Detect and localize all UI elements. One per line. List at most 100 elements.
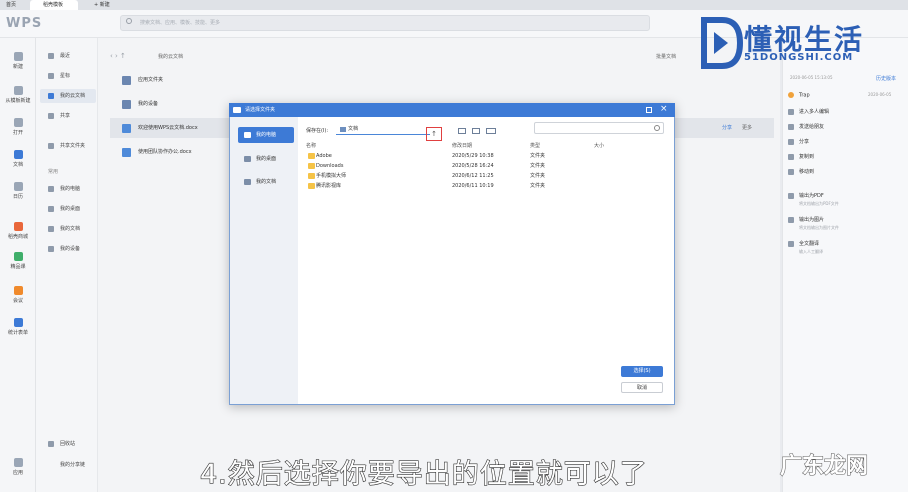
new-tab-label: 新建 (99, 2, 110, 8)
share-folder-icon (48, 143, 54, 149)
sidebar-item-shared-folder[interactable]: 共享文件夹 (40, 139, 96, 153)
search-icon (126, 18, 132, 24)
sidebar-item-my-documents[interactable]: 我的文档 (40, 222, 96, 236)
nav-calendar[interactable]: 日历 (0, 182, 36, 200)
desktop-icon (48, 206, 54, 212)
new-folder-icon[interactable] (458, 128, 466, 134)
nav-label: 应用 (12, 470, 23, 476)
view-menu-icon[interactable] (486, 128, 496, 134)
share-icon (788, 138, 794, 145)
nav-course[interactable]: 精品课 (0, 252, 36, 270)
history-link[interactable]: 历史版本 (876, 75, 896, 82)
action-label: 进入多人编辑 (799, 109, 830, 115)
folder-icon (122, 100, 131, 109)
clock-icon (48, 53, 54, 59)
translate-desc: 输入人工翻译 (799, 249, 823, 254)
file-row[interactable]: 手机模拟大师 2020/6/12 11:25 文件夹 (306, 171, 666, 181)
dialog-search-input[interactable] (534, 122, 664, 134)
row-name: 我的设备 (138, 101, 159, 107)
tab-home[interactable]: 首页 (2, 0, 20, 10)
sidebar-item-my-computer[interactable]: 我的电脑 (40, 182, 96, 196)
arrow-left-icon (48, 462, 54, 468)
nav-label: 文档 (12, 162, 23, 168)
action-send-friend[interactable]: 发送给朋友 (788, 123, 824, 130)
nav-from-template[interactable]: 从模板新建 (0, 86, 36, 104)
sidebar-item-shared[interactable]: 共享 (40, 109, 96, 123)
tab-template[interactable]: 稻壳模板 (30, 0, 78, 10)
meeting-icon (13, 286, 23, 295)
nav-documents[interactable]: 文档 (0, 150, 36, 168)
maximize-icon[interactable] (646, 107, 652, 113)
action-label: 分享 (799, 139, 810, 145)
sidebar-label: 共享 (60, 113, 71, 119)
sidebar-item-starred[interactable]: 星标 (40, 69, 96, 83)
file-row[interactable]: 腾讯影视库 2020/6/11 10:19 文件夹 (306, 181, 666, 191)
dialog-nav-my-documents[interactable]: 我的文档 (238, 174, 294, 190)
nav-arrows-icon[interactable]: ‹ › ↑ (110, 52, 126, 60)
action-label: 输出为图片 (799, 217, 825, 223)
nav-form[interactable]: 统计表单 (0, 318, 36, 336)
action-label: 发送给朋友 (799, 124, 825, 130)
dialog-nav-my-computer[interactable]: 我的电脑 (238, 127, 294, 143)
shop-icon (13, 222, 23, 231)
computer-icon (48, 186, 54, 192)
nav-label: 从模板新建 (5, 98, 31, 104)
column-type[interactable]: 类型 (530, 142, 540, 149)
column-size[interactable]: 大小 (594, 142, 604, 149)
nav-meeting[interactable]: 会议 (0, 286, 36, 304)
action-share[interactable]: 分享 (788, 138, 809, 145)
sidebar-item-recycle[interactable]: 回收站 (40, 437, 96, 451)
desktop-shortcut-icon[interactable] (472, 128, 480, 134)
sidebar-item-recent[interactable]: 最近 (40, 49, 96, 63)
nav-new[interactable]: 新建 (0, 52, 36, 70)
action-copy-to[interactable]: 复制到 (788, 153, 814, 160)
row-more-button[interactable]: 更多 (742, 124, 752, 131)
file-row[interactable]: Downloads 2020/5/28 16:24 文件夹 (306, 161, 666, 171)
tab-new[interactable]: + 新建 (90, 0, 114, 10)
search-placeholder: 搜索文档、应用、模板、技能、更多 (140, 20, 221, 26)
nav-open[interactable]: 打开 (0, 118, 36, 136)
action-label: 移动到 (799, 169, 815, 175)
sidebar-label: 我的电脑 (60, 186, 81, 192)
column-date[interactable]: 修改日期 (452, 142, 472, 149)
up-folder-button[interactable]: ↑ (426, 127, 442, 141)
dialog-nav-label: 我的电脑 (256, 132, 277, 138)
sidebar-item-cloud-docs[interactable]: 我的云文档 (40, 89, 96, 103)
breadcrumb[interactable]: 我的云文档 (158, 53, 183, 60)
dialog-nav-label: 我的文档 (256, 179, 277, 185)
file-name: Downloads (316, 163, 344, 169)
action-move-to[interactable]: 移动到 (788, 168, 814, 175)
export-pdf-button[interactable]: 输出为PDF 将文档输出为PDF文件 (788, 192, 839, 207)
file-type: 文件夹 (530, 153, 546, 159)
nav-shop[interactable]: 稻壳商城 (0, 222, 36, 240)
dialog-nav-label: 我的桌面 (256, 156, 277, 162)
document-sidebar (36, 38, 98, 492)
list-item[interactable]: 应用文件夹 (110, 70, 774, 90)
file-row[interactable]: Adobe 2020/5/29 10:38 文件夹 (306, 151, 666, 161)
sidebar-label: 回收站 (60, 441, 76, 447)
export-image-button[interactable]: 输出为图片 将文档输出为图片文件 (788, 216, 839, 231)
sidebar-item-my-desktop[interactable]: 我的桌面 (40, 202, 96, 216)
row-share-button[interactable]: 分享 (722, 124, 732, 131)
cancel-button[interactable]: 取消 (621, 382, 663, 393)
sidebar-item-share-link[interactable]: 我的分享链 (40, 458, 96, 472)
nav-apps[interactable]: 应用 (0, 458, 36, 476)
move-icon (788, 168, 794, 175)
apps-icon (13, 458, 23, 467)
action-collab-edit[interactable]: 进入多人编辑 (788, 108, 829, 115)
location-label: 保存在(I): (306, 128, 329, 134)
sidebar-item-my-devices[interactable]: 我的设备 (40, 242, 96, 256)
course-icon (13, 252, 23, 261)
location-select[interactable]: 文档 (336, 124, 430, 135)
users-icon (48, 113, 54, 119)
batch-docs-button[interactable]: 批量文档 (656, 53, 676, 60)
translate-button[interactable]: 全文翻译 输入人工翻译 (788, 240, 823, 255)
nav-label: 打开 (12, 130, 23, 136)
wps-logo-icon (233, 107, 241, 113)
dialog-nav-my-desktop[interactable]: 我的桌面 (238, 151, 294, 167)
file-date: 2020/6/12 11:25 (452, 173, 494, 179)
column-name[interactable]: 名称 (306, 142, 316, 149)
select-button[interactable]: 选择(S) (621, 366, 663, 377)
sidebar-label: 最近 (60, 53, 71, 59)
close-icon[interactable]: × (660, 104, 668, 114)
